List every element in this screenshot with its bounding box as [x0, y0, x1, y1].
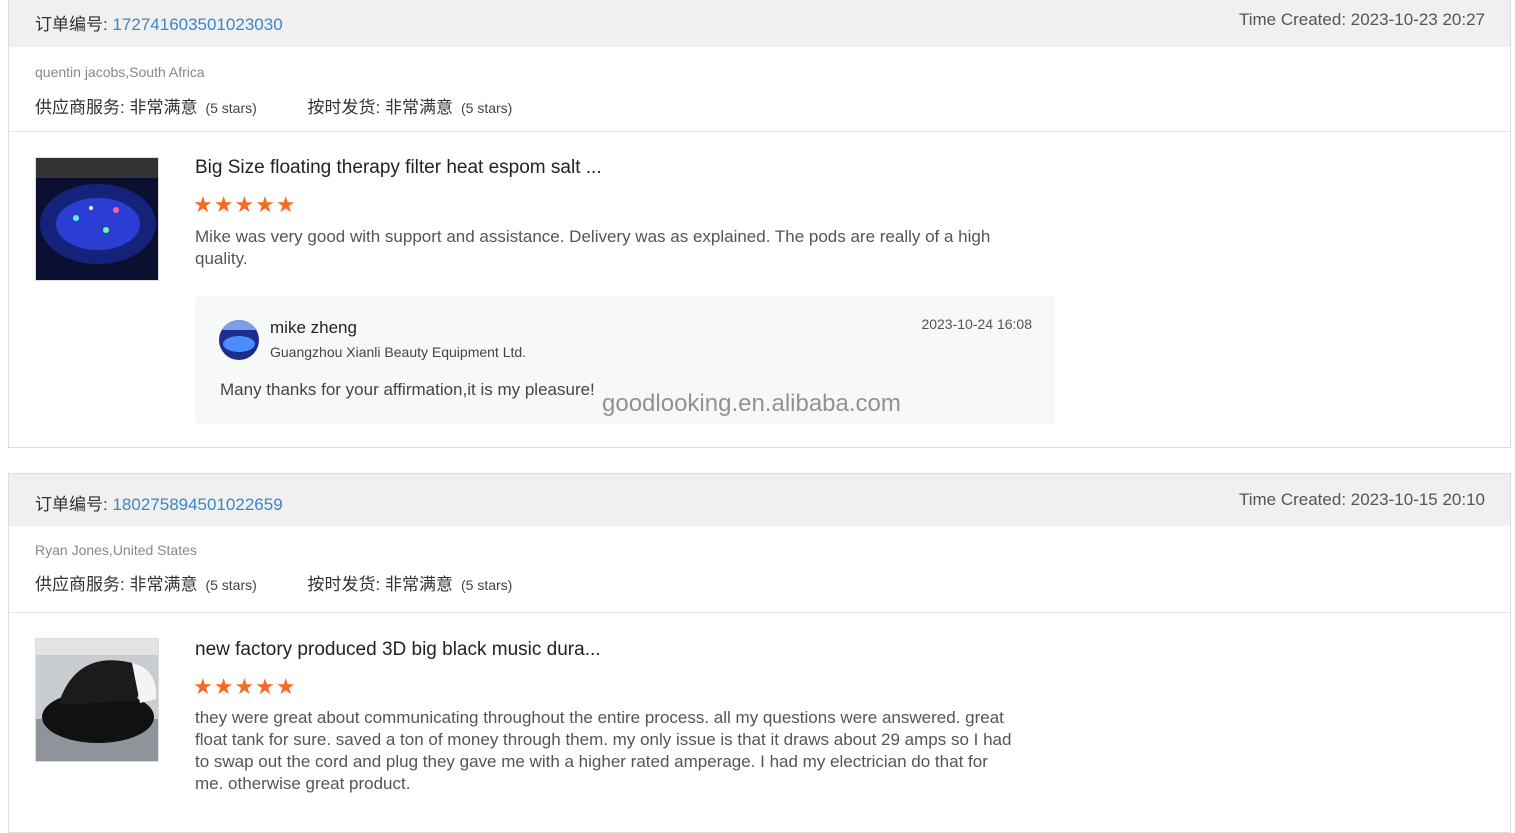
buyer-name: quentin jacobs,South Africa [35, 64, 205, 80]
order-label-text: 订单编号: [35, 495, 108, 514]
order-header: 订单编号: 180275894501022659 Time Created: 2… [9, 474, 1510, 526]
rating-stars-text: (5 stars) [460, 100, 513, 116]
product-title-link[interactable]: new factory produced 3D big black music … [195, 639, 601, 661]
reply-text: Many thanks for your affirmation,it is m… [220, 380, 595, 399]
ratings-row: 供应商服务: 非常满意 (5 stars) 按时发货: 非常满意 (5 stars) [35, 570, 558, 595]
review-card: 订单编号: 180275894501022659 Time Created: 2… [8, 473, 1511, 833]
rating-label: 按时发货: 非常满意 [307, 575, 453, 594]
reply-time: 2023-10-24 16:08 [921, 316, 1032, 332]
time-created: Time Created: 2023-10-23 20:27 [1238, 10, 1485, 29]
watermark-text: goodlooking.en.alibaba.com [602, 390, 901, 417]
star-rating: ★★★★★ [193, 192, 297, 217]
order-number-link[interactable]: 172741603501023030 [112, 15, 282, 34]
rating-label: 供应商服务: 非常满意 [35, 98, 198, 117]
star-rating: ★★★★★ [193, 674, 297, 699]
replier-company: Guangzhou Xianli Beauty Equipment Ltd. [270, 344, 527, 360]
product-title-link[interactable]: Big Size floating therapy filter heat es… [195, 157, 602, 179]
order-label-text: 订单编号: [35, 15, 108, 34]
buyer-info: Ryan Jones,United States 供应商服务: 非常满意 (5 s… [9, 526, 1510, 613]
rating-stars-text: (5 stars) [205, 100, 257, 116]
review-text: they were great about communicating thro… [195, 708, 1012, 793]
order-number-label: 订单编号: 172741603501023030 [35, 10, 283, 35]
order-header: 订单编号: 172741603501023030 Time Created: 2… [9, 0, 1510, 47]
replier-name: mike zheng [270, 318, 357, 337]
buyer-name: Ryan Jones,United States [35, 542, 197, 558]
buyer-info: quentin jacobs,South Africa 供应商服务: 非常满意 (… [9, 47, 1510, 132]
order-number-link[interactable]: 180275894501022659 [112, 495, 282, 514]
time-created: Time Created: 2023-10-15 20:10 [1238, 490, 1485, 509]
on-time-shipping-rating: 按时发货: 非常满意 (5 stars) [308, 570, 513, 595]
rating-label: 供应商服务: 非常满意 [35, 575, 198, 594]
review-card: 订单编号: 172741603501023030 Time Created: 2… [8, 0, 1511, 448]
rating-stars-text: (5 stars) [460, 577, 513, 593]
ratings-row: 供应商服务: 非常满意 (5 stars) 按时发货: 非常满意 (5 stars) [35, 93, 558, 118]
order-number-label: 订单编号: 180275894501022659 [35, 490, 283, 515]
supplier-service-rating: 供应商服务: 非常满意 (5 stars) [35, 570, 257, 595]
rating-stars-text: (5 stars) [205, 577, 257, 593]
replier-avatar [219, 320, 259, 360]
supplier-service-rating: 供应商服务: 非常满意 (5 stars) [35, 93, 257, 118]
rating-label: 按时发货: 非常满意 [307, 98, 453, 117]
on-time-shipping-rating: 按时发货: 非常满意 (5 stars) [308, 93, 513, 118]
review-text: Mike was very good with support and assi… [195, 227, 991, 268]
product-thumbnail[interactable] [35, 157, 159, 281]
product-thumbnail[interactable] [35, 638, 159, 762]
